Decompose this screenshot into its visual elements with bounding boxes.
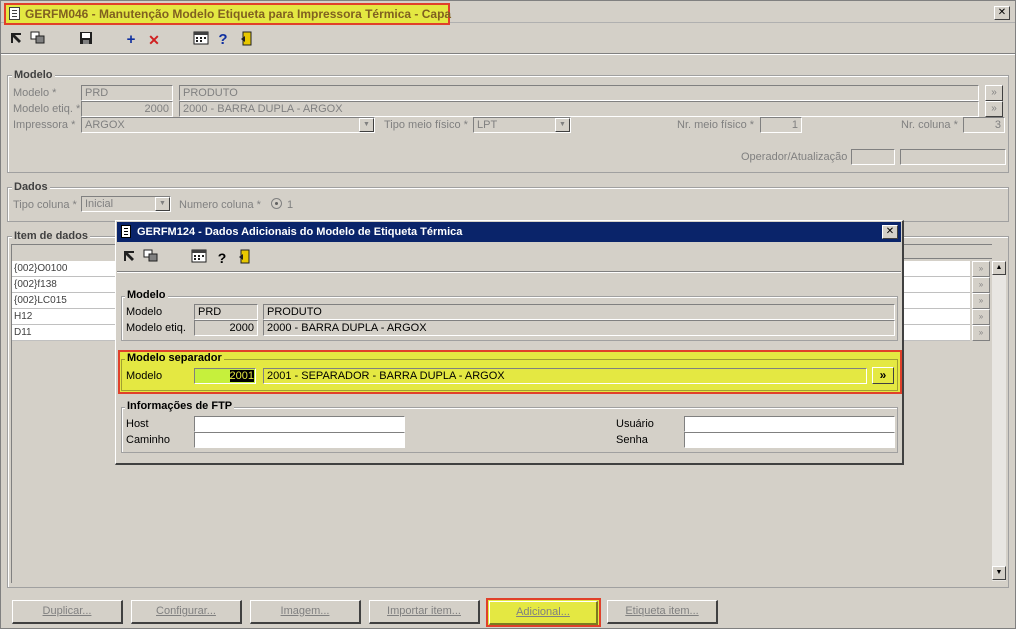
- modelo-etiq-code-field[interactable]: 2000: [81, 101, 173, 117]
- ftp-caminho-label: Caminho: [126, 434, 171, 446]
- duplicar-button[interactable]: Duplicar...: [12, 600, 123, 624]
- dialog-separador-group-title: Modelo separador: [125, 352, 224, 364]
- exit-door-icon[interactable]: [238, 31, 256, 49]
- calculator-icon[interactable]: [190, 249, 208, 267]
- ftp-senha-input[interactable]: [684, 432, 895, 448]
- dialog-close-button[interactable]: ✕: [882, 225, 898, 239]
- dialog-modelo-code-field[interactable]: PRD: [194, 304, 258, 320]
- add-plus-icon[interactable]: +: [122, 31, 140, 49]
- ftp-usuario-label: Usuário: [616, 418, 654, 430]
- item-dados-group-title: Item de dados: [12, 230, 90, 242]
- item-grid-header: [904, 245, 992, 259]
- dialog-ftp-group-title: Informações de FTP: [125, 400, 235, 412]
- modelo-label: Modelo *: [13, 87, 57, 99]
- ftp-host-label: Host: [126, 418, 149, 430]
- help-question-icon[interactable]: ?: [213, 249, 231, 267]
- dados-group-title: Dados: [12, 181, 50, 193]
- impressora-select[interactable]: ARGOX: [81, 117, 375, 133]
- row-lookup-button[interactable]: »: [972, 309, 990, 325]
- dialog-doc-icon: [121, 225, 131, 238]
- dialog-modelo-etiq-code-field[interactable]: 2000: [194, 320, 258, 336]
- nr-coluna-label: Nr. coluna *: [901, 119, 958, 131]
- etiqueta-item-button[interactable]: Etiqueta item...: [607, 600, 718, 624]
- dialog-modelo-desc-field[interactable]: PRODUTO: [263, 304, 895, 320]
- ftp-senha-label: Senha: [616, 434, 648, 446]
- cursor-arrow-icon[interactable]: [120, 249, 138, 267]
- app-doc-icon: [9, 7, 20, 20]
- ftp-host-input[interactable]: [194, 416, 405, 432]
- row-lookup-button[interactable]: »: [972, 325, 990, 341]
- toolbar-divider: [1, 53, 1015, 55]
- modelo-etiq-label: Modelo etiq. *: [13, 103, 81, 115]
- dialog-modelo-etiq-label: Modelo etiq.: [126, 322, 186, 334]
- operador-field[interactable]: [851, 149, 895, 165]
- dialog-window: GERFM124 - Dados Adicionais do Modelo de…: [115, 220, 904, 465]
- calculator-icon[interactable]: [192, 31, 210, 49]
- row-lookup-button[interactable]: »: [972, 277, 990, 293]
- tipo-meio-dropdown-button[interactable]: ▼: [555, 118, 570, 132]
- dialog-separador-desc-field[interactable]: 2001 - SEPARADOR - BARRA DUPLA - ARGOX: [263, 368, 867, 384]
- modelo-lookup-button[interactable]: »: [985, 85, 1003, 101]
- atualizacao-field[interactable]: [900, 149, 1006, 165]
- help-question-icon[interactable]: ?: [214, 31, 232, 49]
- adicional-button[interactable]: Adicional...: [489, 601, 598, 625]
- imagem-button[interactable]: Imagem...: [250, 600, 361, 624]
- close-icon: ✕: [997, 7, 1007, 18]
- row-lookup-button[interactable]: »: [972, 293, 990, 309]
- dialog-modelo-etiq-desc-field[interactable]: 2000 - BARRA DUPLA - ARGOX: [263, 320, 895, 336]
- numero-coluna-value: 1: [287, 199, 294, 211]
- copy-windows-icon[interactable]: [29, 31, 47, 49]
- dialog-modelo-group-title: Modelo: [125, 289, 168, 301]
- tipo-coluna-label: Tipo coluna *: [13, 199, 77, 211]
- numero-coluna-label: Numero coluna *: [179, 199, 261, 211]
- exit-door-icon[interactable]: [236, 249, 254, 267]
- close-icon: ✕: [885, 226, 895, 237]
- modelo-group-title: Modelo: [12, 69, 55, 81]
- scroll-up-button[interactable]: ▲: [992, 261, 1006, 275]
- configurar-button[interactable]: Configurar...: [131, 600, 242, 624]
- operador-label: Operador/Atualização: [741, 151, 848, 163]
- arrow-up-icon: ▲: [995, 264, 1003, 271]
- row-lookup-button[interactable]: »: [972, 261, 990, 277]
- modelo-desc-field[interactable]: PRODUTO: [179, 85, 979, 101]
- impressora-dropdown-button[interactable]: ▼: [359, 118, 374, 132]
- dialog-separador-lookup-button[interactable]: »: [872, 367, 894, 384]
- numero-coluna-radio[interactable]: [271, 198, 282, 209]
- main-close-button[interactable]: ✕: [994, 6, 1010, 20]
- arrow-down-icon: ▼: [995, 569, 1003, 576]
- dialog-title: GERFM124 - Dados Adicionais do Modelo de…: [137, 226, 463, 238]
- scroll-down-button[interactable]: ▼: [992, 566, 1006, 580]
- modelo-code-field[interactable]: PRD: [81, 85, 173, 101]
- modelo-etiq-desc-field[interactable]: 2000 - BARRA DUPLA - ARGOX: [179, 101, 979, 117]
- ftp-caminho-input[interactable]: [194, 432, 405, 448]
- impressora-label: Impressora *: [13, 119, 76, 131]
- modelo-etiq-lookup-button[interactable]: »: [985, 101, 1003, 117]
- dialog-separador-modelo-label: Modelo: [126, 370, 163, 382]
- tipo-coluna-dropdown-button[interactable]: ▼: [155, 197, 170, 211]
- delete-x-icon[interactable]: ✕: [145, 31, 163, 49]
- ftp-usuario-input[interactable]: [684, 416, 895, 432]
- main-window-title: GERFM046 - Manutenção Modelo Etiqueta pa…: [25, 7, 452, 21]
- nr-coluna-field[interactable]: 3: [963, 117, 1005, 133]
- save-disk-icon[interactable]: [77, 31, 95, 49]
- selected-code-text: 2001: [229, 370, 254, 382]
- tipo-meio-label: Tipo meio físico *: [384, 119, 468, 131]
- dialog-separador-code-field[interactable]: 2001: [194, 368, 256, 384]
- item-scrollbar[interactable]: [992, 261, 1006, 581]
- nr-meio-field[interactable]: 1: [760, 117, 802, 133]
- dialog-toolbar-divider: [117, 271, 901, 273]
- copy-windows-icon[interactable]: [142, 249, 160, 267]
- cursor-arrow-icon[interactable]: [7, 31, 25, 49]
- importar-item-button[interactable]: Importar item...: [369, 600, 480, 624]
- nr-meio-label: Nr. meio físico *: [677, 119, 755, 131]
- double-chevron-right-icon: »: [879, 368, 887, 382]
- dialog-modelo-label: Modelo: [126, 306, 163, 318]
